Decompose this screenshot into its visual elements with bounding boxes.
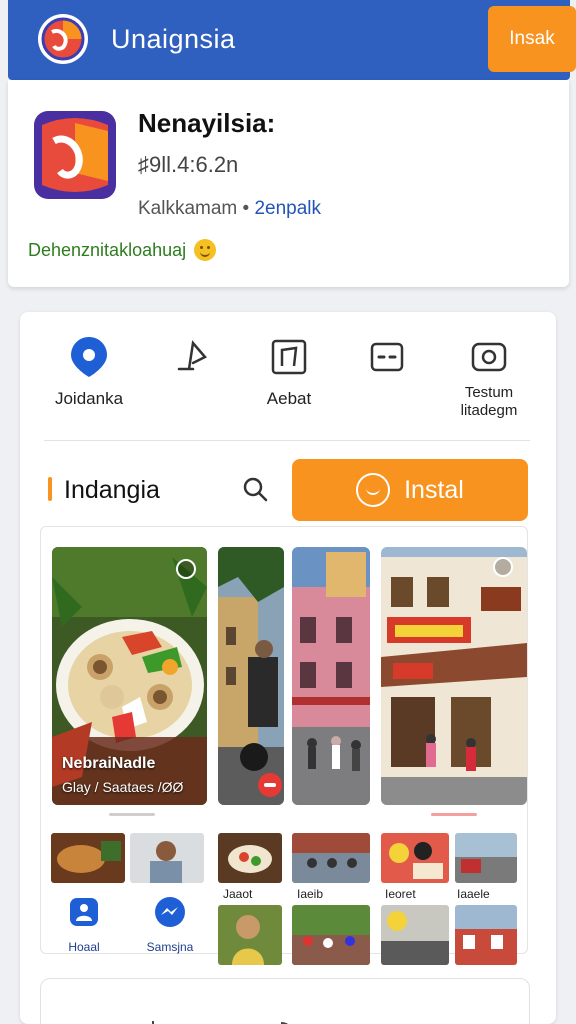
thumbnail-label: Jaaot <box>223 887 253 901</box>
thumbnail-label: Ieoret <box>385 887 416 901</box>
tab-label: Samsjna <box>146 940 194 954</box>
thumbnail-label: Iaaele <box>457 887 490 901</box>
bottom-card <box>40 978 530 1024</box>
thumbnail-food[interactable] <box>51 833 125 883</box>
video-badge-icon <box>258 773 282 797</box>
quick-action-dialog[interactable] <box>332 332 442 382</box>
quick-action-music[interactable] <box>138 332 248 382</box>
screenshot-gallery: NebraiNadle Glay / Saataes /ØØ Jaaot Iae… <box>40 526 528 965</box>
thumbnail-festival[interactable] <box>292 905 370 965</box>
header-install-button[interactable]: Insak <box>488 6 576 72</box>
search-button[interactable] <box>238 472 272 506</box>
messenger-icon <box>155 897 185 927</box>
app-logo <box>38 14 88 64</box>
screenshot-street[interactable] <box>218 547 284 805</box>
thumbnail-woman[interactable] <box>218 905 282 965</box>
quick-action-label: Aebat <box>266 389 312 408</box>
screenshot-building-pink[interactable] <box>292 547 370 805</box>
favorite-badge-icon[interactable] <box>493 557 513 577</box>
thumbnail-sign[interactable] <box>381 905 449 965</box>
quick-actions-row: Joidanka Aebat Testum litadegm <box>20 332 556 442</box>
location-pin-icon <box>71 337 107 377</box>
screenshot-food[interactable]: NebraiNadle Glay / Saataes /ØØ <box>52 547 207 805</box>
search-icon <box>243 477 268 502</box>
tagline-text: Dehenznitakloahuaj <box>28 239 187 260</box>
tab-samsjna[interactable]: Samsjna <box>135 895 205 954</box>
divider <box>44 440 530 441</box>
top-app-bar: Unaignsia Insak <box>8 0 576 80</box>
category-link[interactable]: 2enpalk <box>254 198 321 219</box>
developer-name[interactable]: Kalkkamam <box>138 198 237 219</box>
tab-home[interactable]: Hoaal <box>49 895 119 954</box>
quick-action-aebat[interactable]: Aebat <box>234 332 344 408</box>
quick-action-label: Joidanka <box>54 389 124 408</box>
tab-label: Hoaal <box>68 940 100 954</box>
screenshot-shophouse[interactable] <box>381 547 527 805</box>
content-panel: Joidanka Aebat Testum litadegm Indangia … <box>20 312 556 1024</box>
app-version: ♯9ll.4:6.2n <box>138 152 239 177</box>
app-title: Unaignsia <box>111 24 236 54</box>
thumbnail-cafe[interactable] <box>381 833 449 883</box>
screenshot-caption: NebraiNadle <box>62 755 156 772</box>
developer-line: Kalkkamam • 2enpalk <box>138 198 321 220</box>
music-note-icon <box>177 340 207 371</box>
smiley-icon <box>194 239 217 261</box>
install-label: Instal <box>404 475 464 504</box>
app-info-card: Nenayilsia: ♯9ll.4:6.2n Kalkkamam • 2enp… <box>8 80 569 287</box>
quick-action-testum[interactable]: Testum litadegm <box>434 332 544 420</box>
thumbnail-label: Iaeib <box>297 887 324 901</box>
app-name: Nenayilsia: <box>138 108 276 138</box>
thumbnail-market[interactable] <box>455 833 517 883</box>
square-frame-icon <box>271 339 307 375</box>
partial-content-icon <box>152 1021 288 1024</box>
home-icon <box>70 898 98 926</box>
app-tagline: Dehenznitakloahuaj <box>28 239 217 261</box>
section-title: Indangia <box>64 476 160 504</box>
thumbnail-person[interactable] <box>130 833 204 883</box>
separator-dot: • <box>242 198 250 219</box>
thumbnail-dishes[interactable] <box>218 833 282 883</box>
camera-icon <box>471 342 507 372</box>
install-button[interactable]: Instal <box>292 459 528 521</box>
screenshot-subcaption: Glay / Saataes /ØØ <box>62 779 184 795</box>
app-icon <box>34 111 116 199</box>
section-accent-bar <box>48 477 52 501</box>
scroll-indicator <box>109 813 155 816</box>
dialog-icon <box>370 342 404 372</box>
quick-action-label: Testum litadegm <box>460 384 518 419</box>
thumbnail-crowd[interactable] <box>292 833 370 883</box>
favorite-badge-icon[interactable] <box>176 559 196 579</box>
install-icon <box>356 473 391 507</box>
quick-action-joidanka[interactable]: Joidanka <box>34 332 144 408</box>
thumbnail-town[interactable] <box>455 905 517 965</box>
scroll-indicator-active <box>431 813 477 816</box>
